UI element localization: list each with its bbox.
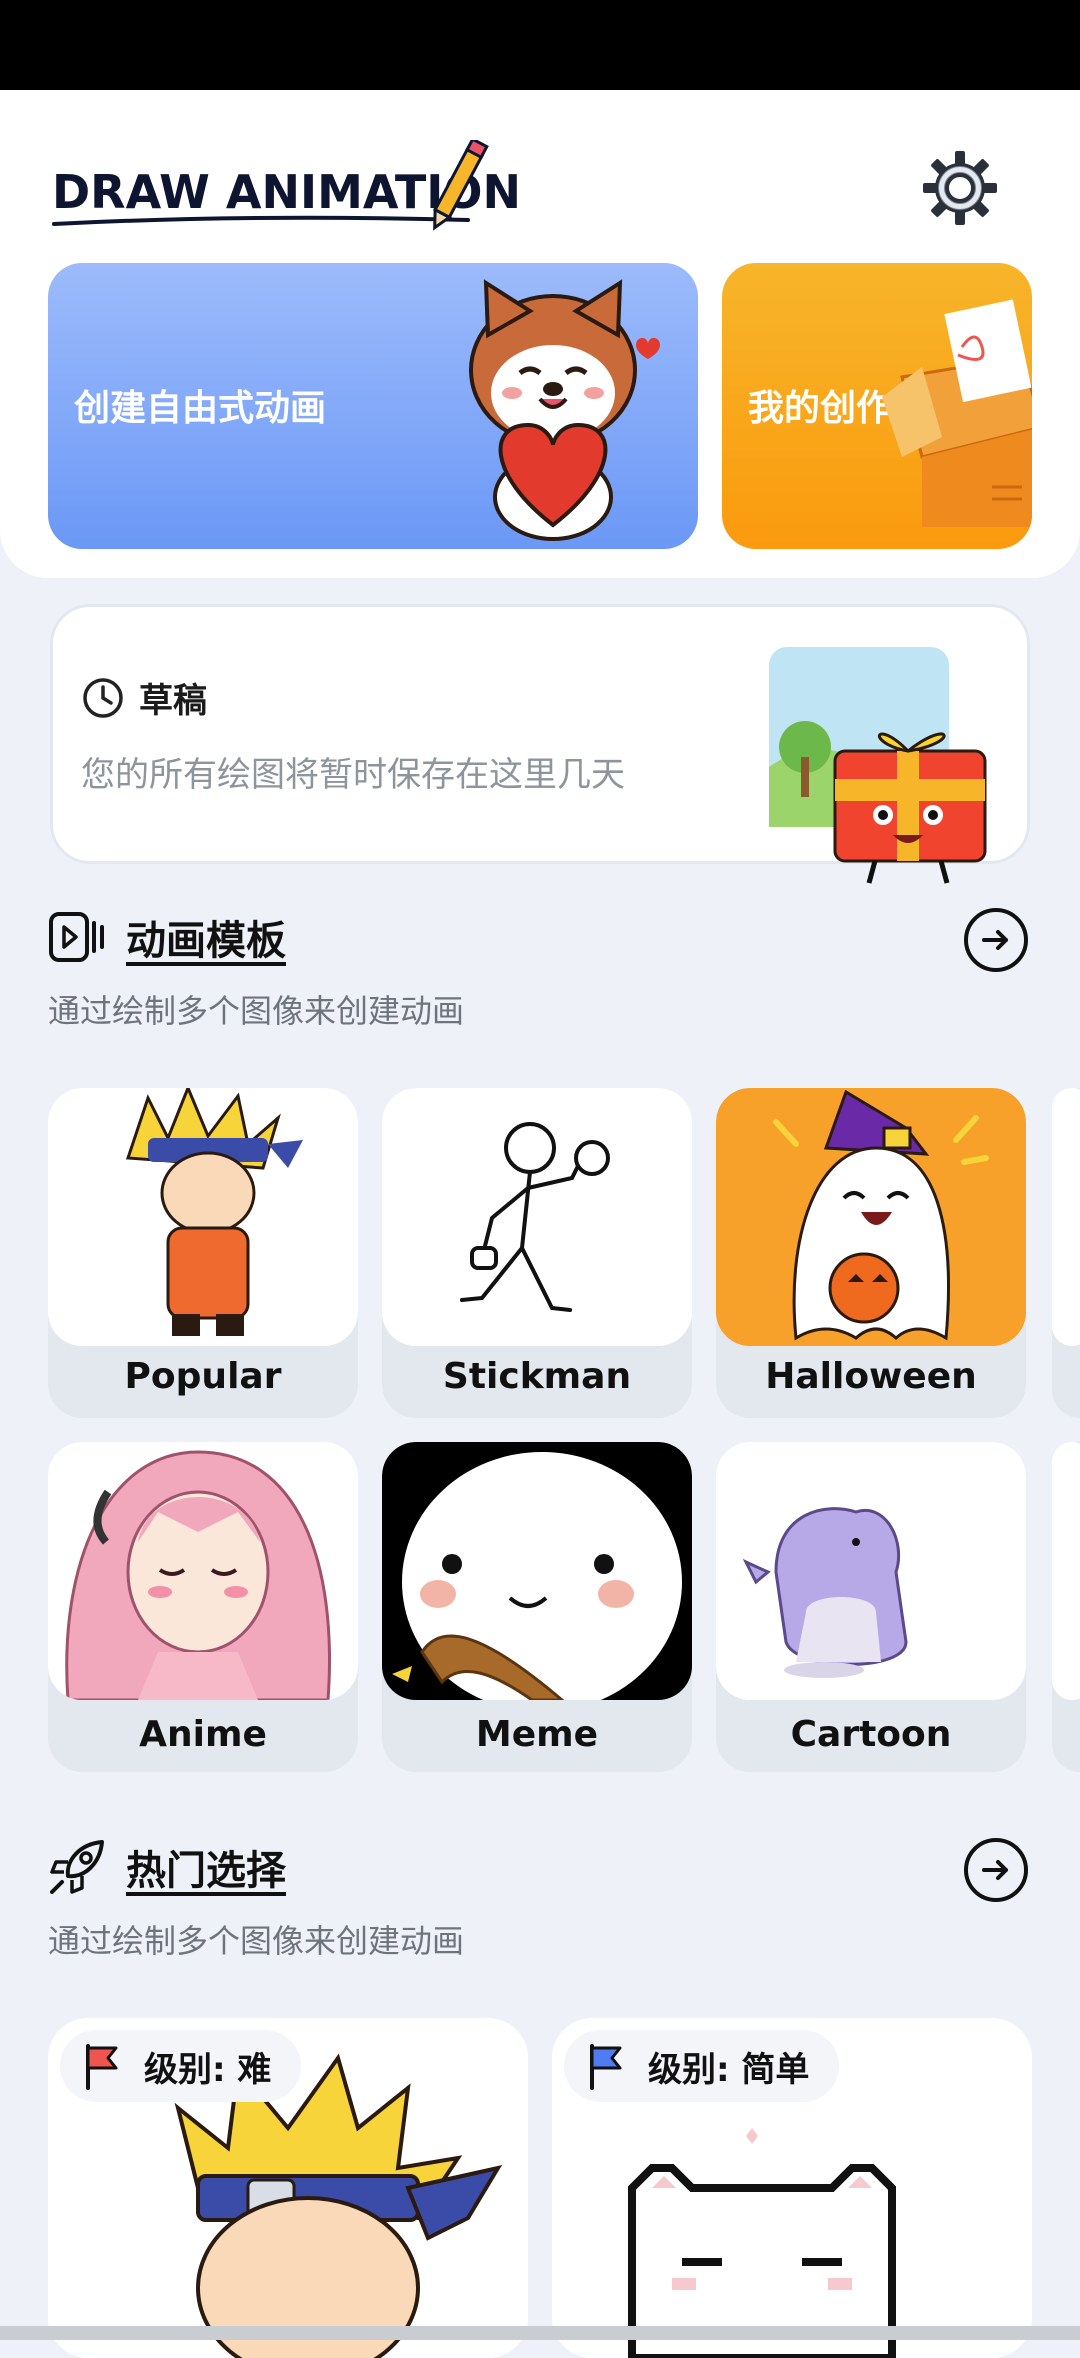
- template-thumbnail: [1052, 1442, 1080, 1700]
- template-card-cartoon[interactable]: Cartoon: [716, 1442, 1026, 1772]
- template-thumbnail: [48, 1442, 358, 1700]
- create-freeform-animation-card[interactable]: 创建自由式动画: [48, 263, 698, 549]
- drafts-card[interactable]: 草稿 您的所有绘图将暂时保存在这里几天: [50, 604, 1030, 884]
- hot-arrow-right-icon[interactable]: [964, 1838, 1028, 1902]
- my-creations-card[interactable]: 我的创作: [722, 263, 1032, 549]
- create-card-label: 创建自由式动画: [74, 388, 327, 429]
- settings-gear-icon[interactable]: [920, 148, 1000, 228]
- drafts-description: 您的所有绘图将暂时保存在这里几天: [81, 755, 625, 795]
- flag-icon: [86, 2044, 118, 2090]
- template-label: Cartoon: [790, 1714, 952, 1755]
- template-thumbnail: [1052, 1088, 1080, 1346]
- template-label: Anime: [139, 1714, 267, 1755]
- hot-section-header: 热门选择: [48, 1838, 286, 1896]
- template-thumbnail: [382, 1442, 692, 1700]
- clock-icon: [83, 677, 123, 718]
- template-thumbnail: [382, 1088, 692, 1346]
- level-badge: 级别: 难: [60, 2030, 302, 2102]
- template-thumbnail: [48, 1088, 358, 1346]
- template-card-anime[interactable]: Anime: [48, 1442, 358, 1772]
- template-card-stickman[interactable]: Stickman: [382, 1088, 692, 1418]
- hot-pick-card[interactable]: 级别: 难: [48, 2018, 528, 2358]
- template-card-peek[interactable]: [1052, 1442, 1080, 1772]
- template-thumbnail: [716, 1088, 1026, 1346]
- template-card-peek[interactable]: [1052, 1088, 1080, 1418]
- hot-section-subtitle: 通过绘制多个图像来创建动画: [48, 1922, 465, 1960]
- box-illustration: [882, 299, 1032, 527]
- app-logo: DRAW ANIMATION: [48, 137, 528, 240]
- drafts-title: 草稿: [139, 681, 207, 721]
- templates-section-title[interactable]: 动画模板: [126, 908, 286, 966]
- template-label: Halloween: [765, 1356, 977, 1397]
- drafts-title-row: 草稿: [81, 673, 207, 722]
- rocket-icon: [50, 1840, 104, 1894]
- template-card-meme[interactable]: Meme: [382, 1442, 692, 1772]
- flag-icon: [590, 2044, 622, 2090]
- level-text: 级别: 难: [144, 2049, 272, 2090]
- template-label: Meme: [475, 1714, 599, 1755]
- shiba-heart-illustration: [469, 279, 660, 541]
- level-text: 级别: 简单: [648, 2049, 810, 2090]
- templates-section-header: 动画模板: [48, 908, 286, 966]
- template-label: Stickman: [442, 1356, 632, 1397]
- video-template-icon: [49, 912, 104, 962]
- template-label: Popular: [124, 1356, 282, 1397]
- pixel-cat-illustration: [628, 2128, 896, 2358]
- status-bar: [0, 0, 1080, 90]
- level-badge: 级别: 简单: [564, 2030, 840, 2102]
- template-thumbnail: [716, 1442, 1026, 1700]
- template-card-popular[interactable]: Popular: [48, 1088, 358, 1418]
- nav-handle-bar: [0, 2326, 1080, 2340]
- gift-character-illustration: [769, 647, 987, 884]
- template-card-halloween[interactable]: Halloween: [716, 1088, 1026, 1418]
- hot-section-title[interactable]: 热门选择: [126, 1838, 286, 1896]
- my-creations-label: 我的创作: [748, 388, 893, 429]
- templates-section-subtitle: 通过绘制多个图像来创建动画: [48, 992, 465, 1030]
- templates-arrow-right-icon[interactable]: [964, 908, 1028, 972]
- hot-pick-card[interactable]: 级别: 简单: [552, 2018, 1032, 2358]
